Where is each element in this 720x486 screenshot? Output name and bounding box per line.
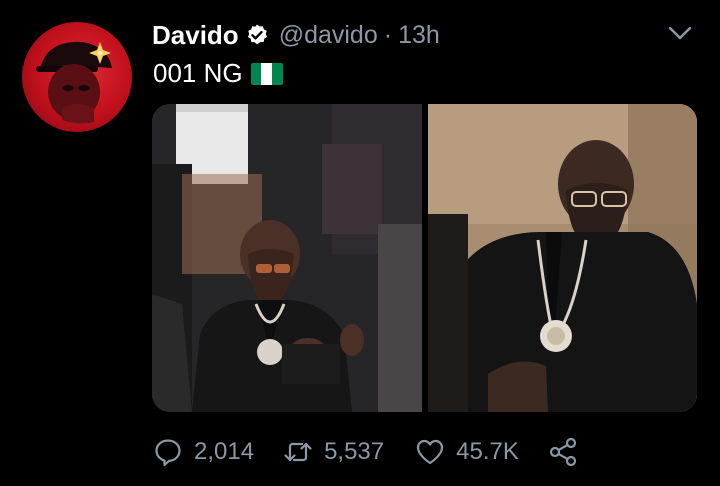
tweet-media	[152, 104, 697, 412]
like-button[interactable]: 45.7K	[414, 436, 519, 468]
retweet-icon	[282, 436, 314, 468]
user-handle[interactable]: @davido	[279, 21, 378, 50]
display-name[interactable]: Davido	[152, 20, 239, 51]
tweet-actions: 2,014 5,537 45.7K	[152, 430, 579, 474]
share-icon	[547, 436, 579, 468]
timestamp[interactable]: 13h	[398, 21, 440, 50]
like-count: 45.7K	[456, 438, 519, 465]
retweet-button[interactable]: 5,537	[282, 436, 384, 468]
share-button[interactable]	[547, 436, 579, 468]
tweet[interactable]: Davido @davido · 13h 001 NG 2,014 5,537 …	[0, 0, 720, 486]
tweet-header: Davido @davido · 13h	[152, 18, 440, 52]
nigeria-flag-icon	[250, 62, 283, 85]
heart-icon	[414, 436, 446, 468]
reply-count: 2,014	[194, 438, 255, 465]
retweet-count: 5,537	[324, 438, 385, 465]
tweet-text: 001 NG	[153, 58, 283, 89]
tweet-photo-1[interactable]	[152, 104, 422, 412]
avatar[interactable]	[22, 22, 132, 132]
chevron-down-icon[interactable]	[666, 22, 694, 44]
verified-badge-icon	[245, 23, 269, 47]
tweet-body: 001 NG	[153, 58, 243, 88]
tweet-photo-2[interactable]	[428, 104, 697, 412]
reply-icon	[152, 436, 184, 468]
separator-dot: ·	[383, 20, 393, 49]
reply-button[interactable]: 2,014	[152, 436, 254, 468]
